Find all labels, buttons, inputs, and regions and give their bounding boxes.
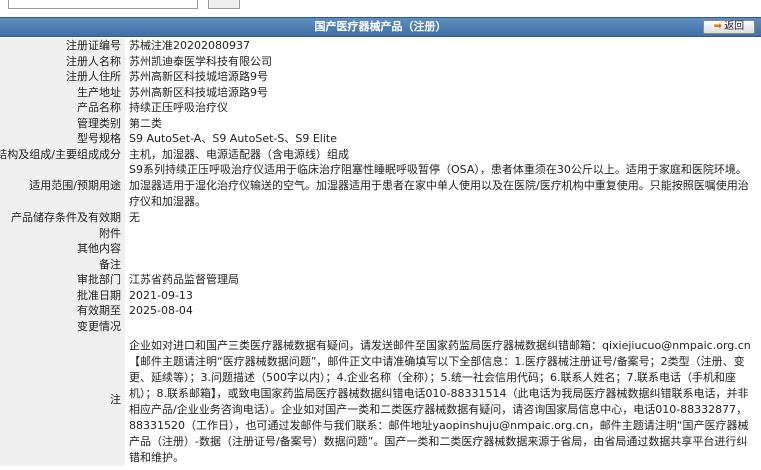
label-scope: 适用范围/预期用途 [0,162,125,210]
row-scope: 适用范围/预期用途 S9系列持续正压呼吸治疗仪适用于临床治疗阻塞性睡眠呼吸暂停（… [0,162,761,210]
top-search-bar [0,0,761,14]
row-changes: 变更情况 [0,318,761,334]
value-storage: 无 [125,210,761,226]
value-expire-date: 2025-08-04 [125,303,761,319]
label-remark: 备注 [0,256,125,272]
label-other: 其他内容 [0,241,125,257]
value-other [125,241,761,257]
row-structure: 结构及组成/主要组成成分 主机，加湿器、电源适配器（含电源线）组成 [0,146,761,162]
label-attachment: 附件 [0,225,125,241]
value-product: 持续正压呼吸治疗仪 [125,100,761,116]
row-prod-addr: 生产地址 苏州高新区科技城培源路9号 [0,84,761,100]
label-approve-date: 批准日期 [0,287,125,303]
value-approve-date: 2021-09-13 [125,287,761,303]
back-button-label: 返回 [724,21,745,32]
label-changes: 变更情况 [0,318,125,334]
row-product: 产品名称 持续正压呼吸治疗仪 [0,100,761,116]
value-structure: 主机，加湿器、电源适配器（含电源线）组成 [125,146,761,162]
value-changes [125,318,761,334]
value-registrant: 苏州凯迪泰医学科技有限公司 [125,53,761,69]
label-storage: 产品储存条件及有效期 [0,210,125,226]
row-reg-addr: 注册人住所 苏州高新区科技城培源路9号 [0,69,761,85]
row-model: 型号规格 S9 AutoSet-A、S9 AutoSet-S、S9 Elite [0,131,761,147]
row-reg-no: 注册证编号 苏械注准20202080937 [0,38,761,54]
search-input[interactable] [8,0,198,9]
label-reg-no: 注册证编号 [0,38,125,54]
value-category: 第二类 [125,115,761,131]
value-scope: S9系列持续正压呼吸治疗仪适用于临床治疗阻塞性睡眠呼吸暂停（OSA），患者体重须… [125,162,761,210]
row-other: 其他内容 [0,241,761,257]
value-attachment [125,225,761,241]
label-expire-date: 有效期至 [0,303,125,319]
value-reg-no: 苏械注准20202080937 [125,38,761,54]
search-button[interactable] [208,0,240,9]
back-arrow-icon: ➡ [713,21,723,32]
label-product: 产品名称 [0,100,125,116]
row-dept: 审批部门 江苏省药品监督管理局 [0,272,761,288]
value-model: S9 AutoSet-A、S9 AutoSet-S、S9 Elite [125,131,761,147]
row-remark: 备注 [0,256,761,272]
label-registrant: 注册人名称 [0,53,125,69]
row-attachment: 附件 [0,225,761,241]
label-note: 注 [0,334,125,466]
value-remark [125,256,761,272]
label-structure: 结构及组成/主要组成成分 [0,146,125,162]
value-prod-addr: 苏州高新区科技城培源路9号 [125,84,761,100]
value-dept: 江苏省药品监督管理局 [125,272,761,288]
section-header: 国产医疗器械产品（注册） ➡ 返回 [0,17,761,37]
row-category: 管理类别 第二类 [0,115,761,131]
detail-table: 注册证编号 苏械注准20202080937 注册人名称 苏州凯迪泰医学科技有限公… [0,38,761,466]
row-expire-date: 有效期至 2025-08-04 [0,303,761,319]
row-note: 注 企业如对进口和国产三类医疗器械数据有疑问，请发送邮件至国家药监局医疗器械数据… [0,334,761,466]
row-storage: 产品储存条件及有效期 无 [0,210,761,226]
label-category: 管理类别 [0,115,125,131]
value-reg-addr: 苏州高新区科技城培源路9号 [125,69,761,85]
label-dept: 审批部门 [0,272,125,288]
row-approve-date: 批准日期 2021-09-13 [0,287,761,303]
page-title: 国产医疗器械产品（注册） [314,20,447,33]
row-registrant: 注册人名称 苏州凯迪泰医学科技有限公司 [0,53,761,69]
label-reg-addr: 注册人住所 [0,69,125,85]
label-prod-addr: 生产地址 [0,84,125,100]
label-model: 型号规格 [0,131,125,147]
value-note: 企业如对进口和国产三类医疗器械数据有疑问，请发送邮件至国家药监局医疗器械数据纠错… [125,334,761,466]
back-button[interactable]: ➡ 返回 [703,20,755,34]
